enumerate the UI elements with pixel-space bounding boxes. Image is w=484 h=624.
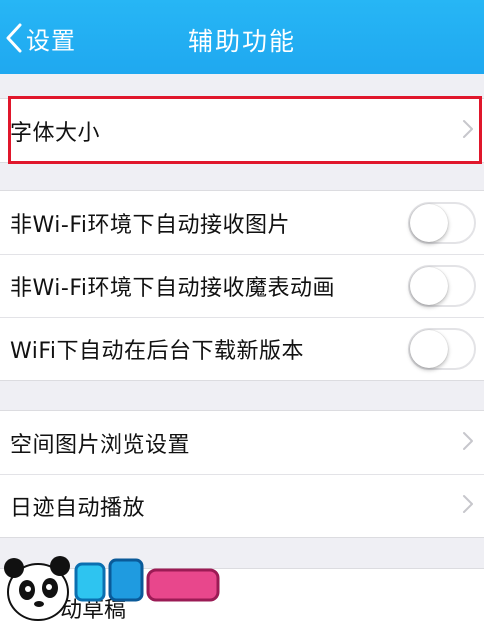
font-size-group: 字体大小 — [0, 98, 484, 163]
chevron-right-icon — [462, 119, 474, 143]
settings-item-label: 非Wi-Fi环境下自动接收图片 — [10, 212, 290, 238]
settings-item-wifi-auto-update[interactable]: WiFi下自动在后台下载新版本 — [0, 317, 484, 380]
settings-item-label: 非Wi-Fi环境下自动接收魔表动画 — [10, 275, 335, 301]
page-title: 辅助功能 — [187, 27, 296, 56]
settings-item-photo-browsing[interactable]: 空间图片浏览设置 — [0, 411, 484, 474]
chevron-right-icon — [462, 431, 474, 455]
settings-item-autoplay[interactable]: 日迹自动播放 — [0, 474, 484, 537]
settings-item-auto-receive-images[interactable]: 非Wi-Fi环境下自动接收图片 — [0, 191, 484, 254]
auto-download-group: 非Wi-Fi环境下自动接收图片 非Wi-Fi环境下自动接收魔表动画 WiFi下自… — [0, 190, 484, 381]
settings-screen: 设置 辅助功能 字体大小 非Wi-Fi环境下自动接收图片 非Wi-Fi环境下自动… — [0, 0, 484, 624]
nav-bar: 设置 辅助功能 — [0, 0, 484, 74]
settings-item-label: 空间图片浏览设置 — [10, 432, 191, 458]
auto-receive-images-toggle[interactable] — [408, 201, 476, 244]
settings-item-label: 日迹自动播放 — [10, 495, 146, 521]
settings-item-label: 字体大小 — [10, 120, 101, 146]
settings-item-label: WiFi下自动在后台下载新版本 — [10, 338, 305, 364]
settings-item-font-size[interactable]: 字体大小 — [0, 99, 484, 162]
settings-item-auto-receive-animations[interactable]: 非Wi-Fi环境下自动接收魔表动画 — [0, 254, 484, 317]
chevron-right-icon — [462, 494, 474, 518]
media-settings-group: 空间图片浏览设置 日迹自动播放 — [0, 410, 484, 538]
toggle-knob — [410, 329, 448, 368]
panda-icon — [4, 556, 70, 621]
toggle-knob — [410, 203, 448, 242]
watermark-logo — [0, 548, 260, 624]
brand-logo-shapes — [74, 558, 220, 602]
toggle-knob — [410, 266, 448, 305]
auto-receive-animations-toggle[interactable] — [408, 264, 476, 307]
wifi-auto-update-toggle[interactable] — [408, 327, 476, 370]
